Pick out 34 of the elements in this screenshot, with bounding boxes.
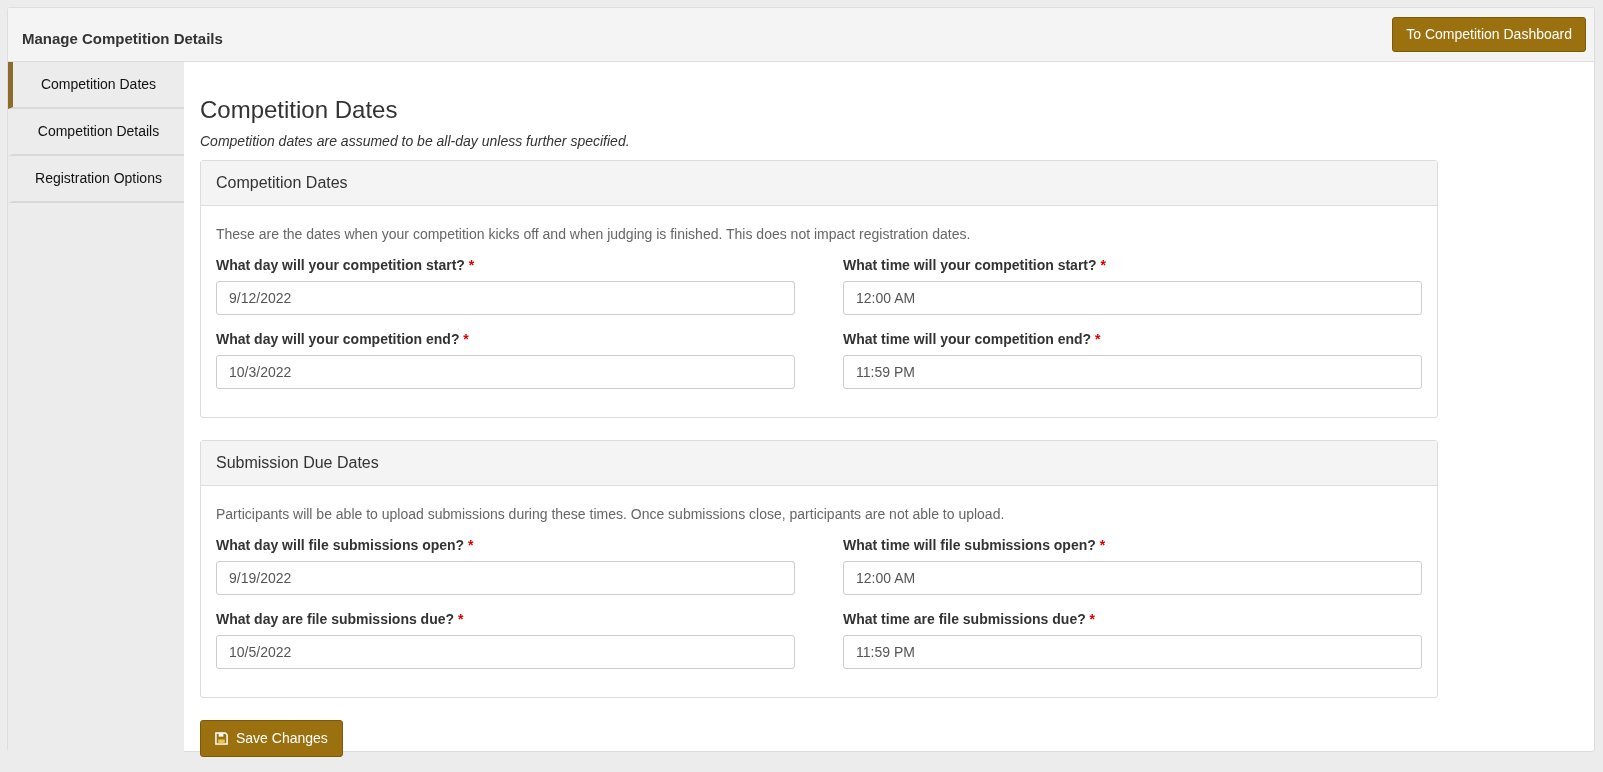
input-field[interactable]: 10/3/2022 — [216, 354, 795, 389]
input-field[interactable]: 11:59 PM — [843, 354, 1422, 389]
field-label: What day will your competition start? * — [216, 255, 476, 275]
field-label: What time will your competition end? * — [843, 329, 1102, 349]
input-field[interactable]: 9/12/2022 — [216, 280, 795, 315]
field-label: What time will your competition start? * — [843, 255, 1107, 275]
page-note: Competition dates are assumed to be all-day unless further specified. — [200, 131, 631, 151]
required-asterisk: * — [1095, 330, 1101, 347]
section-description: Participants will be able to upload submissions during these times. Once submissions close, participants are not able to upload. — [216, 504, 1006, 524]
section-description: These are the dates when your competition kicks off and when judging is finished. This does not impact registration dates. — [216, 224, 972, 244]
field-label: What day will file submissions open? * — [216, 535, 475, 555]
save-button[interactable]: Save Changes — [200, 719, 343, 757]
input-field[interactable]: 11:59 PM — [843, 634, 1422, 669]
required-asterisk: * — [1099, 536, 1106, 553]
required-asterisk: * — [468, 536, 474, 553]
required-asterisk: * — [457, 610, 464, 627]
field-label: What day are file submissions due? * — [216, 609, 465, 629]
section-title: Competition Dates — [201, 160, 1437, 206]
input-field[interactable]: 12:00 AM — [843, 560, 1422, 595]
field-label: What time will file submissions open? * — [843, 535, 1107, 555]
required-asterisk: * — [1089, 610, 1096, 627]
field-label: What time are file submissions due? * — [843, 609, 1097, 629]
input-field[interactable]: 9/19/2022 — [216, 560, 795, 595]
input-field[interactable]: 12:00 AM — [843, 280, 1422, 315]
required-asterisk: * — [468, 256, 475, 273]
input-field[interactable]: 10/5/2022 — [216, 634, 795, 669]
field-label: What day will your competition end? * — [216, 329, 470, 349]
required-asterisk: * — [463, 330, 469, 347]
required-asterisk: * — [1100, 256, 1106, 273]
page-header-title: Manage Competition Details — [22, 29, 223, 50]
sidebar-tab[interactable]: Competition Dates — [8, 62, 184, 109]
dashboard-button[interactable]: To Competition Dashboard — [1392, 17, 1586, 52]
page-title: Competition Dates — [200, 96, 399, 125]
section-title: Submission Due Dates — [201, 440, 1437, 486]
